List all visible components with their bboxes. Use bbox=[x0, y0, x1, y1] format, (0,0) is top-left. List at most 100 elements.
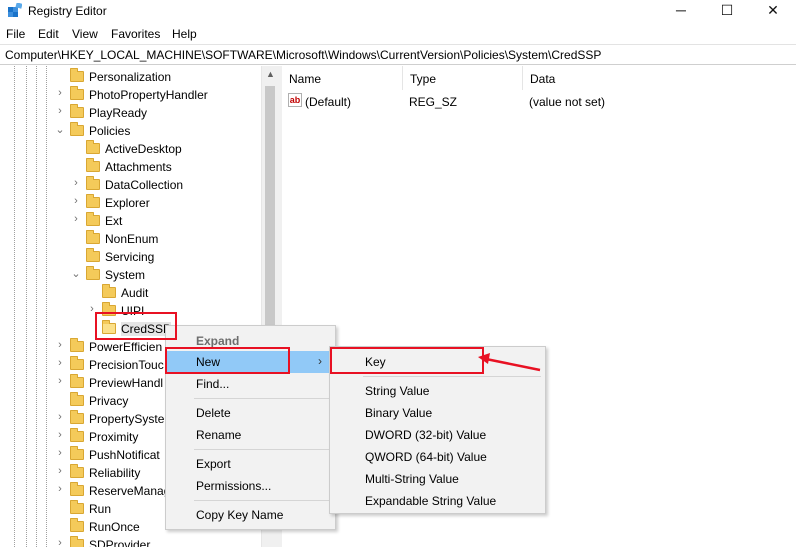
menu-favorites[interactable]: Favorites bbox=[111, 27, 160, 41]
expand-chevron-icon[interactable]: › bbox=[71, 213, 81, 225]
menu-separator bbox=[194, 398, 332, 399]
submenu-item-label: String Value bbox=[365, 384, 430, 398]
menu-edit[interactable]: Edit bbox=[38, 27, 59, 41]
tree-item-label: PropertySyste bbox=[89, 412, 165, 426]
title-bar: Registry Editor ─ ☐ ✕ bbox=[0, 0, 796, 22]
tree-item[interactable]: Personalization bbox=[0, 68, 260, 86]
tree-item-label: PhotoPropertyHandler bbox=[89, 88, 208, 102]
window-title: Registry Editor bbox=[28, 4, 107, 18]
tree-item[interactable]: NonEnum bbox=[0, 230, 260, 248]
menu-item-label: Permissions... bbox=[196, 479, 272, 493]
column-header-type[interactable]: Type bbox=[403, 66, 523, 90]
submenu-item-string-value[interactable]: String Value bbox=[330, 380, 545, 402]
collapse-chevron-icon[interactable]: ⌄ bbox=[71, 267, 81, 280]
tree-item-label: Privacy bbox=[89, 394, 129, 408]
maximize-button[interactable]: ☐ bbox=[704, 0, 750, 22]
expand-chevron-icon[interactable]: › bbox=[55, 105, 65, 117]
folder-icon bbox=[86, 140, 100, 154]
folder-icon bbox=[70, 446, 84, 460]
tree-item[interactable]: › Explorer bbox=[0, 194, 260, 212]
column-header-data[interactable]: Data bbox=[523, 66, 723, 90]
expand-chevron-icon[interactable]: › bbox=[55, 411, 65, 423]
tree-item[interactable]: › PlayReady bbox=[0, 104, 260, 122]
tree-item-label: Personalization bbox=[89, 70, 172, 84]
expand-chevron-icon[interactable]: › bbox=[55, 465, 65, 477]
tree-item[interactable]: › SDProvider bbox=[0, 536, 260, 547]
tree-item[interactable]: ⌄ System bbox=[0, 266, 260, 284]
folder-icon bbox=[86, 212, 100, 226]
tree-item[interactable]: › PhotoPropertyHandler bbox=[0, 86, 260, 104]
submenu-item-label: Multi-String Value bbox=[365, 472, 459, 486]
menu-item-copy-key-name[interactable]: Copy Key Name bbox=[166, 504, 335, 526]
folder-icon bbox=[86, 176, 100, 190]
column-header-name[interactable]: Name bbox=[282, 66, 403, 90]
value-type: REG_SZ bbox=[409, 95, 458, 109]
expand-chevron-icon[interactable]: › bbox=[71, 195, 81, 207]
expand-chevron-icon[interactable]: › bbox=[55, 483, 65, 495]
menu-file[interactable]: File bbox=[6, 27, 25, 41]
folder-icon bbox=[70, 86, 84, 100]
folder-icon bbox=[102, 284, 116, 298]
tree-item-label: Attachments bbox=[105, 160, 172, 174]
submenu-item-expandable-string-value[interactable]: Expandable String Value bbox=[330, 490, 545, 512]
tree-item[interactable]: › Ext bbox=[0, 212, 260, 230]
menu-item-rename[interactable]: Rename bbox=[166, 424, 335, 446]
menu-separator bbox=[194, 449, 332, 450]
folder-icon bbox=[70, 104, 84, 118]
menu-item-label: Export bbox=[196, 457, 231, 471]
folder-icon bbox=[70, 68, 84, 82]
credssp-highlight-box bbox=[95, 312, 177, 340]
menu-item-label: Expand bbox=[196, 334, 240, 348]
tree-item-label: Audit bbox=[121, 286, 149, 300]
tree-item[interactable]: › DataCollection bbox=[0, 176, 260, 194]
tree-item-label: Reliability bbox=[89, 466, 141, 480]
tree-item-label: Servicing bbox=[105, 250, 155, 264]
expand-chevron-icon[interactable]: › bbox=[55, 339, 65, 351]
registry-editor-icon bbox=[8, 3, 22, 17]
menu-item-permissions[interactable]: Permissions... bbox=[166, 475, 335, 497]
scroll-up-arrow-icon[interactable]: ▲ bbox=[262, 66, 279, 83]
expand-chevron-icon[interactable]: › bbox=[71, 177, 81, 189]
menu-separator bbox=[363, 376, 541, 377]
folder-icon bbox=[70, 374, 84, 388]
folder-icon bbox=[86, 230, 100, 244]
folder-icon bbox=[70, 428, 84, 442]
submenu-item-qword-value[interactable]: QWORD (64-bit) Value bbox=[330, 446, 545, 468]
minimize-button[interactable]: ─ bbox=[658, 0, 704, 22]
expand-chevron-icon[interactable]: › bbox=[55, 87, 65, 99]
expand-chevron-icon[interactable]: › bbox=[55, 429, 65, 441]
submenu-item-multi-string-value[interactable]: Multi-String Value bbox=[330, 468, 545, 490]
value-name[interactable]: (Default) bbox=[305, 95, 351, 109]
folder-icon bbox=[70, 122, 84, 136]
expand-chevron-icon[interactable]: › bbox=[55, 537, 65, 547]
expand-chevron-icon[interactable]: › bbox=[55, 375, 65, 387]
new-highlight-box bbox=[165, 347, 290, 374]
expand-chevron-icon[interactable]: › bbox=[55, 357, 65, 369]
address-path[interactable]: Computer\HKEY_LOCAL_MACHINE\SOFTWARE\Mic… bbox=[5, 48, 601, 62]
menu-item-find[interactable]: Find... bbox=[166, 373, 335, 395]
tree-item[interactable]: Servicing bbox=[0, 248, 260, 266]
expand-chevron-icon[interactable]: › bbox=[55, 447, 65, 459]
submenu-item-dword-value[interactable]: DWORD (32-bit) Value bbox=[330, 424, 545, 446]
submenu-item-binary-value[interactable]: Binary Value bbox=[330, 402, 545, 424]
menu-view[interactable]: View bbox=[72, 27, 98, 41]
folder-icon bbox=[70, 392, 84, 406]
menu-help[interactable]: Help bbox=[172, 27, 197, 41]
tree-item[interactable]: ⌄ Policies bbox=[0, 122, 260, 140]
address-bar[interactable]: Computer\HKEY_LOCAL_MACHINE\SOFTWARE\Mic… bbox=[0, 44, 796, 65]
tree-item-label: Policies bbox=[89, 124, 131, 138]
tree-item[interactable]: Attachments bbox=[0, 158, 260, 176]
collapse-chevron-icon[interactable]: ⌄ bbox=[55, 123, 65, 136]
tree-item[interactable]: Audit bbox=[0, 284, 260, 302]
tree-item[interactable]: ActiveDesktop bbox=[0, 140, 260, 158]
folder-icon bbox=[86, 194, 100, 208]
tree-item-label: System bbox=[105, 268, 146, 282]
menu-item-label: Copy Key Name bbox=[196, 508, 284, 522]
tree-item-label: Explorer bbox=[105, 196, 150, 210]
tree-item-label: SDProvider bbox=[89, 538, 151, 547]
close-button[interactable]: ✕ bbox=[750, 0, 796, 22]
red-arrow-icon bbox=[478, 353, 541, 372]
folder-icon bbox=[70, 500, 84, 514]
menu-item-export[interactable]: Export bbox=[166, 453, 335, 475]
menu-item-delete[interactable]: Delete bbox=[166, 402, 335, 424]
